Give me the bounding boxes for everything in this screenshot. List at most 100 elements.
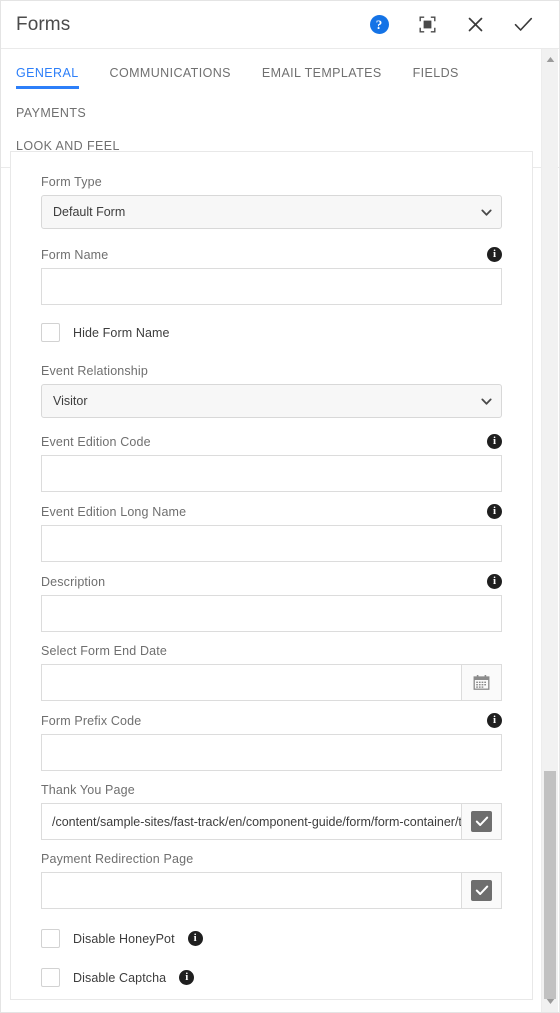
event-edition-code-label: Event Edition Code <box>41 434 151 449</box>
form-end-date-input[interactable] <box>41 664 461 701</box>
event-relationship-value: Visitor <box>53 394 88 408</box>
form-fields-container: Form Type Default Form Form Name i Hide … <box>11 152 532 987</box>
thank-you-page-label: Thank You Page <box>41 783 135 797</box>
form-type-value: Default Form <box>53 205 126 219</box>
form-name-input[interactable] <box>41 268 502 305</box>
field-hide-form-name[interactable]: Hide Form Name <box>41 323 502 342</box>
event-edition-code-label-row: Event Edition Code i <box>41 434 502 449</box>
tab-payments-label: PAYMENTS <box>16 106 87 120</box>
payment-redirection-page-input[interactable] <box>41 872 461 909</box>
hide-form-name-checkbox[interactable] <box>41 323 60 342</box>
form-name-label: Form Name <box>41 247 109 262</box>
forms-dialog: Forms ? GENERAL COMMUNICATIONS EMAIL TEM… <box>0 0 560 1013</box>
tab-payments[interactable]: PAYMENTS <box>16 89 86 129</box>
form-prefix-code-label: Form Prefix Code <box>41 713 142 728</box>
payment-redirection-page-label-row: Payment Redirection Page <box>41 852 502 866</box>
field-form-type: Form Type Default Form <box>41 175 502 229</box>
info-icon[interactable]: i <box>487 574 502 589</box>
form-type-label-row: Form Type <box>41 175 502 189</box>
calendar-picker-button[interactable] <box>461 664 502 701</box>
form-prefix-code-label-row: Form Prefix Code i <box>41 713 502 728</box>
field-event-edition-long-name: Event Edition Long Name i <box>41 504 502 562</box>
disable-honeypot-checkbox[interactable] <box>41 929 60 948</box>
tab-email-templates-label: EMAIL TEMPLATES <box>261 66 382 80</box>
check-icon <box>471 880 492 901</box>
calendar-icon <box>473 675 490 690</box>
field-disable-captcha[interactable]: Disable Captcha i <box>41 968 502 987</box>
close-icon <box>468 17 482 32</box>
field-form-end-date: Select Form End Date <box>41 644 502 701</box>
form-name-label-row: Form Name i <box>41 247 502 262</box>
thank-you-page-input[interactable]: /content/sample-sites/fast-track/en/comp… <box>41 803 461 840</box>
form-prefix-code-input[interactable] <box>41 734 502 771</box>
confirm-button[interactable] <box>499 3 547 47</box>
form-type-label: Form Type <box>41 175 102 189</box>
tab-row-primary: GENERAL COMMUNICATIONS EMAIL TEMPLATES F… <box>16 49 559 129</box>
titlebar-actions: ? <box>355 3 547 47</box>
tab-fields[interactable]: FIELDS <box>413 49 459 89</box>
info-icon[interactable]: i <box>487 247 502 262</box>
tab-email-templates[interactable]: EMAIL TEMPLATES <box>262 49 382 89</box>
info-icon[interactable]: i <box>487 504 502 519</box>
payment-redirection-page-label: Payment Redirection Page <box>41 852 194 866</box>
tab-fields-label: FIELDS <box>412 66 459 80</box>
field-disable-honeypot[interactable]: Disable HoneyPot i <box>41 929 502 948</box>
event-edition-long-name-label: Event Edition Long Name <box>41 504 187 519</box>
disable-captcha-label: Disable Captcha <box>73 970 167 985</box>
dialog-titlebar: Forms ? <box>1 1 559 49</box>
description-input[interactable] <box>41 595 502 632</box>
info-icon[interactable]: i <box>487 434 502 449</box>
field-form-name: Form Name i <box>41 247 502 305</box>
form-end-date-label: Select Form End Date <box>41 644 167 658</box>
form-end-date-label-row: Select Form End Date <box>41 644 502 658</box>
field-event-edition-code: Event Edition Code i <box>41 434 502 492</box>
info-icon[interactable]: i <box>179 970 195 985</box>
vertical-scrollbar[interactable] <box>541 49 558 1012</box>
tab-general-label: GENERAL <box>16 66 79 80</box>
chevron-down-icon <box>546 999 554 1004</box>
event-edition-long-name-input[interactable] <box>41 525 502 562</box>
form-type-select[interactable]: Default Form <box>41 195 502 229</box>
event-relationship-label: Event Relationship <box>41 364 148 378</box>
tab-communications[interactable]: COMMUNICATIONS <box>110 49 231 89</box>
tab-look-and-feel[interactable]: LOOK AND FEEL <box>16 129 120 153</box>
chevron-down-icon <box>480 206 493 219</box>
info-icon[interactable]: i <box>487 713 502 728</box>
chevron-up-icon <box>546 57 554 62</box>
tab-general[interactable]: GENERAL <box>16 49 79 89</box>
fullscreen-button[interactable] <box>403 3 451 47</box>
chevron-down-icon <box>480 395 493 408</box>
disable-captcha-checkbox[interactable] <box>41 968 60 987</box>
event-edition-code-input[interactable] <box>41 455 502 492</box>
scroll-up-button[interactable] <box>542 51 558 68</box>
field-payment-redirection-page: Payment Redirection Page <box>41 852 502 909</box>
check-icon <box>471 811 492 832</box>
hide-form-name-label: Hide Form Name <box>73 325 170 340</box>
tab-communications-label: COMMUNICATIONS <box>109 66 231 80</box>
help-button[interactable]: ? <box>355 3 403 47</box>
description-label-row: Description i <box>41 574 502 589</box>
thank-you-page-group: /content/sample-sites/fast-track/en/comp… <box>41 803 502 840</box>
event-relationship-label-row: Event Relationship <box>41 364 502 378</box>
scrollbar-thumb[interactable] <box>544 771 556 999</box>
event-relationship-select[interactable]: Visitor <box>41 384 502 418</box>
payment-redirection-page-group <box>41 872 502 909</box>
description-label: Description <box>41 574 106 589</box>
form-end-date-group <box>41 664 502 701</box>
close-button[interactable] <box>451 3 499 47</box>
payment-redirection-page-confirm-button[interactable] <box>461 872 502 909</box>
info-icon[interactable]: i <box>187 931 203 946</box>
event-edition-long-name-label-row: Event Edition Long Name i <box>41 504 502 519</box>
scroll-down-button[interactable] <box>542 993 558 1010</box>
thank-you-page-confirm-button[interactable] <box>461 803 502 840</box>
disable-honeypot-label: Disable HoneyPot <box>73 931 175 946</box>
form-panel: Form Type Default Form Form Name i Hide … <box>10 151 533 1000</box>
